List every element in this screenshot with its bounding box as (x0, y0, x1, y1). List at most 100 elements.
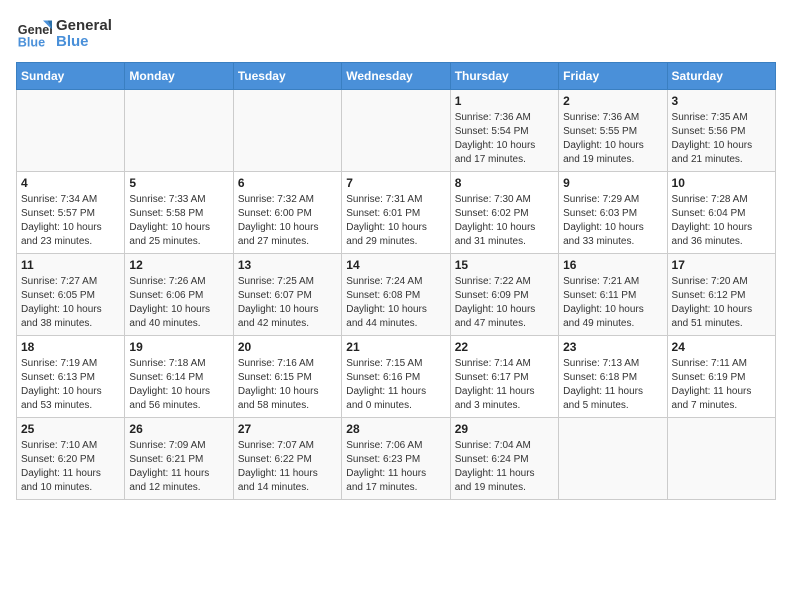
calendar-week-row: 18 Sunrise: 7:19 AM Sunset: 6:13 PM Dayli… (17, 336, 776, 418)
weekday-header: Saturday (667, 63, 775, 90)
day-info: Sunrise: 7:10 AM Sunset: 6:20 PM Dayligh… (21, 439, 120, 495)
day-info: Sunrise: 7:36 AM Sunset: 5:54 PM Dayligh… (455, 111, 554, 167)
calendar-cell: 28 Sunrise: 7:06 AM Sunset: 6:23 PM Dayli… (342, 418, 450, 500)
day-number: 13 (238, 258, 337, 272)
calendar-cell: 24Sunrise: 7:11 AM Sunset: 6:19 PM Dayli… (667, 336, 775, 418)
calendar-cell: 17 Sunrise: 7:20 AM Sunset: 6:12 PM Dayli… (667, 254, 775, 336)
calendar-cell (667, 418, 775, 500)
day-info: Sunrise: 7:07 AM Sunset: 6:22 PM Dayligh… (238, 439, 337, 495)
calendar-cell: 3Sunrise: 7:35 AM Sunset: 5:56 PM Daylig… (667, 90, 775, 172)
day-number: 11 (21, 258, 120, 272)
day-number: 25 (21, 422, 120, 436)
day-number: 18 (21, 340, 120, 354)
calendar-cell (559, 418, 667, 500)
day-number: 15 (455, 258, 554, 272)
day-number: 19 (129, 340, 228, 354)
calendar-week-row: 1 Sunrise: 7:36 AM Sunset: 5:54 PM Daylig… (17, 90, 776, 172)
day-info: Sunrise: 7:35 AM Sunset: 5:56 PM Dayligh… (672, 111, 771, 167)
weekday-header: Thursday (450, 63, 558, 90)
day-info: Sunrise: 7:24 AM Sunset: 6:08 PM Dayligh… (346, 275, 445, 331)
day-info: Sunrise: 7:29 AM Sunset: 6:03 PM Dayligh… (563, 193, 662, 249)
calendar-cell: 4 Sunrise: 7:34 AM Sunset: 5:57 PM Daylig… (17, 172, 125, 254)
calendar-cell: 9 Sunrise: 7:29 AM Sunset: 6:03 PM Daylig… (559, 172, 667, 254)
calendar-cell: 19 Sunrise: 7:18 AM Sunset: 6:14 PM Dayli… (125, 336, 233, 418)
day-info: Sunrise: 7:25 AM Sunset: 6:07 PM Dayligh… (238, 275, 337, 331)
day-number: 27 (238, 422, 337, 436)
weekday-header: Wednesday (342, 63, 450, 90)
weekday-header: Friday (559, 63, 667, 90)
calendar-cell: 26Sunrise: 7:09 AM Sunset: 6:21 PM Dayli… (125, 418, 233, 500)
day-info: Sunrise: 7:16 AM Sunset: 6:15 PM Dayligh… (238, 357, 337, 413)
calendar-cell: 6Sunrise: 7:32 AM Sunset: 6:00 PM Daylig… (233, 172, 341, 254)
calendar-cell (233, 90, 341, 172)
day-info: Sunrise: 7:19 AM Sunset: 6:13 PM Dayligh… (21, 357, 120, 413)
day-number: 1 (455, 94, 554, 108)
logo-icon: General Blue (16, 16, 52, 52)
day-info: Sunrise: 7:34 AM Sunset: 5:57 PM Dayligh… (21, 193, 120, 249)
day-info: Sunrise: 7:31 AM Sunset: 6:01 PM Dayligh… (346, 193, 445, 249)
calendar-cell: 27 Sunrise: 7:07 AM Sunset: 6:22 PM Dayli… (233, 418, 341, 500)
day-number: 22 (455, 340, 554, 354)
calendar-cell: 16 Sunrise: 7:21 AM Sunset: 6:11 PM Dayli… (559, 254, 667, 336)
day-number: 2 (563, 94, 662, 108)
day-number: 20 (238, 340, 337, 354)
day-info: Sunrise: 7:28 AM Sunset: 6:04 PM Dayligh… (672, 193, 771, 249)
day-info: Sunrise: 7:06 AM Sunset: 6:23 PM Dayligh… (346, 439, 445, 495)
day-info: Sunrise: 7:09 AM Sunset: 6:21 PM Dayligh… (129, 439, 228, 495)
day-number: 24 (672, 340, 771, 354)
day-number: 10 (672, 176, 771, 190)
calendar-cell (125, 90, 233, 172)
day-number: 8 (455, 176, 554, 190)
day-info: Sunrise: 7:18 AM Sunset: 6:14 PM Dayligh… (129, 357, 228, 413)
calendar-cell: 5 Sunrise: 7:33 AM Sunset: 5:58 PM Daylig… (125, 172, 233, 254)
calendar-cell (342, 90, 450, 172)
calendar-cell (17, 90, 125, 172)
day-info: Sunrise: 7:32 AM Sunset: 6:00 PM Dayligh… (238, 193, 337, 249)
calendar-cell: 15Sunrise: 7:22 AM Sunset: 6:09 PM Dayli… (450, 254, 558, 336)
header-row: SundayMondayTuesdayWednesdayThursdayFrid… (17, 63, 776, 90)
calendar-cell: 12 Sunrise: 7:26 AM Sunset: 6:06 PM Dayli… (125, 254, 233, 336)
calendar-body: 1 Sunrise: 7:36 AM Sunset: 5:54 PM Daylig… (17, 90, 776, 500)
day-number: 16 (563, 258, 662, 272)
day-number: 29 (455, 422, 554, 436)
calendar-cell: 29 Sunrise: 7:04 AM Sunset: 6:24 PM Dayli… (450, 418, 558, 500)
calendar-cell: 7Sunrise: 7:31 AM Sunset: 6:01 PM Daylig… (342, 172, 450, 254)
calendar-cell: 8 Sunrise: 7:30 AM Sunset: 6:02 PM Daylig… (450, 172, 558, 254)
logo: General Blue General Blue (16, 16, 112, 52)
day-number: 12 (129, 258, 228, 272)
day-info: Sunrise: 7:21 AM Sunset: 6:11 PM Dayligh… (563, 275, 662, 331)
calendar-table: SundayMondayTuesdayWednesdayThursdayFrid… (16, 62, 776, 500)
day-number: 4 (21, 176, 120, 190)
calendar-week-row: 11Sunrise: 7:27 AM Sunset: 6:05 PM Dayli… (17, 254, 776, 336)
day-info: Sunrise: 7:13 AM Sunset: 6:18 PM Dayligh… (563, 357, 662, 413)
calendar-week-row: 25 Sunrise: 7:10 AM Sunset: 6:20 PM Dayli… (17, 418, 776, 500)
day-info: Sunrise: 7:04 AM Sunset: 6:24 PM Dayligh… (455, 439, 554, 495)
day-info: Sunrise: 7:33 AM Sunset: 5:58 PM Dayligh… (129, 193, 228, 249)
day-info: Sunrise: 7:14 AM Sunset: 6:17 PM Dayligh… (455, 357, 554, 413)
calendar-cell: 22 Sunrise: 7:14 AM Sunset: 6:17 PM Dayli… (450, 336, 558, 418)
calendar-week-row: 4 Sunrise: 7:34 AM Sunset: 5:57 PM Daylig… (17, 172, 776, 254)
calendar-cell: 2 Sunrise: 7:36 AM Sunset: 5:55 PM Daylig… (559, 90, 667, 172)
logo-text: General Blue (56, 18, 112, 51)
day-info: Sunrise: 7:26 AM Sunset: 6:06 PM Dayligh… (129, 275, 228, 331)
calendar-cell: 18 Sunrise: 7:19 AM Sunset: 6:13 PM Dayli… (17, 336, 125, 418)
weekday-header: Tuesday (233, 63, 341, 90)
calendar-cell: 21 Sunrise: 7:15 AM Sunset: 6:16 PM Dayli… (342, 336, 450, 418)
day-number: 9 (563, 176, 662, 190)
svg-text:Blue: Blue (18, 36, 45, 50)
day-info: Sunrise: 7:20 AM Sunset: 6:12 PM Dayligh… (672, 275, 771, 331)
day-number: 21 (346, 340, 445, 354)
day-info: Sunrise: 7:15 AM Sunset: 6:16 PM Dayligh… (346, 357, 445, 413)
calendar-cell: 10 Sunrise: 7:28 AM Sunset: 6:04 PM Dayli… (667, 172, 775, 254)
weekday-header: Sunday (17, 63, 125, 90)
calendar-cell: 14Sunrise: 7:24 AM Sunset: 6:08 PM Dayli… (342, 254, 450, 336)
day-number: 5 (129, 176, 228, 190)
weekday-header: Monday (125, 63, 233, 90)
day-number: 28 (346, 422, 445, 436)
calendar-cell: 20 Sunrise: 7:16 AM Sunset: 6:15 PM Dayli… (233, 336, 341, 418)
calendar-cell: 11Sunrise: 7:27 AM Sunset: 6:05 PM Dayli… (17, 254, 125, 336)
day-info: Sunrise: 7:36 AM Sunset: 5:55 PM Dayligh… (563, 111, 662, 167)
calendar-cell: 1 Sunrise: 7:36 AM Sunset: 5:54 PM Daylig… (450, 90, 558, 172)
day-number: 17 (672, 258, 771, 272)
day-info: Sunrise: 7:30 AM Sunset: 6:02 PM Dayligh… (455, 193, 554, 249)
